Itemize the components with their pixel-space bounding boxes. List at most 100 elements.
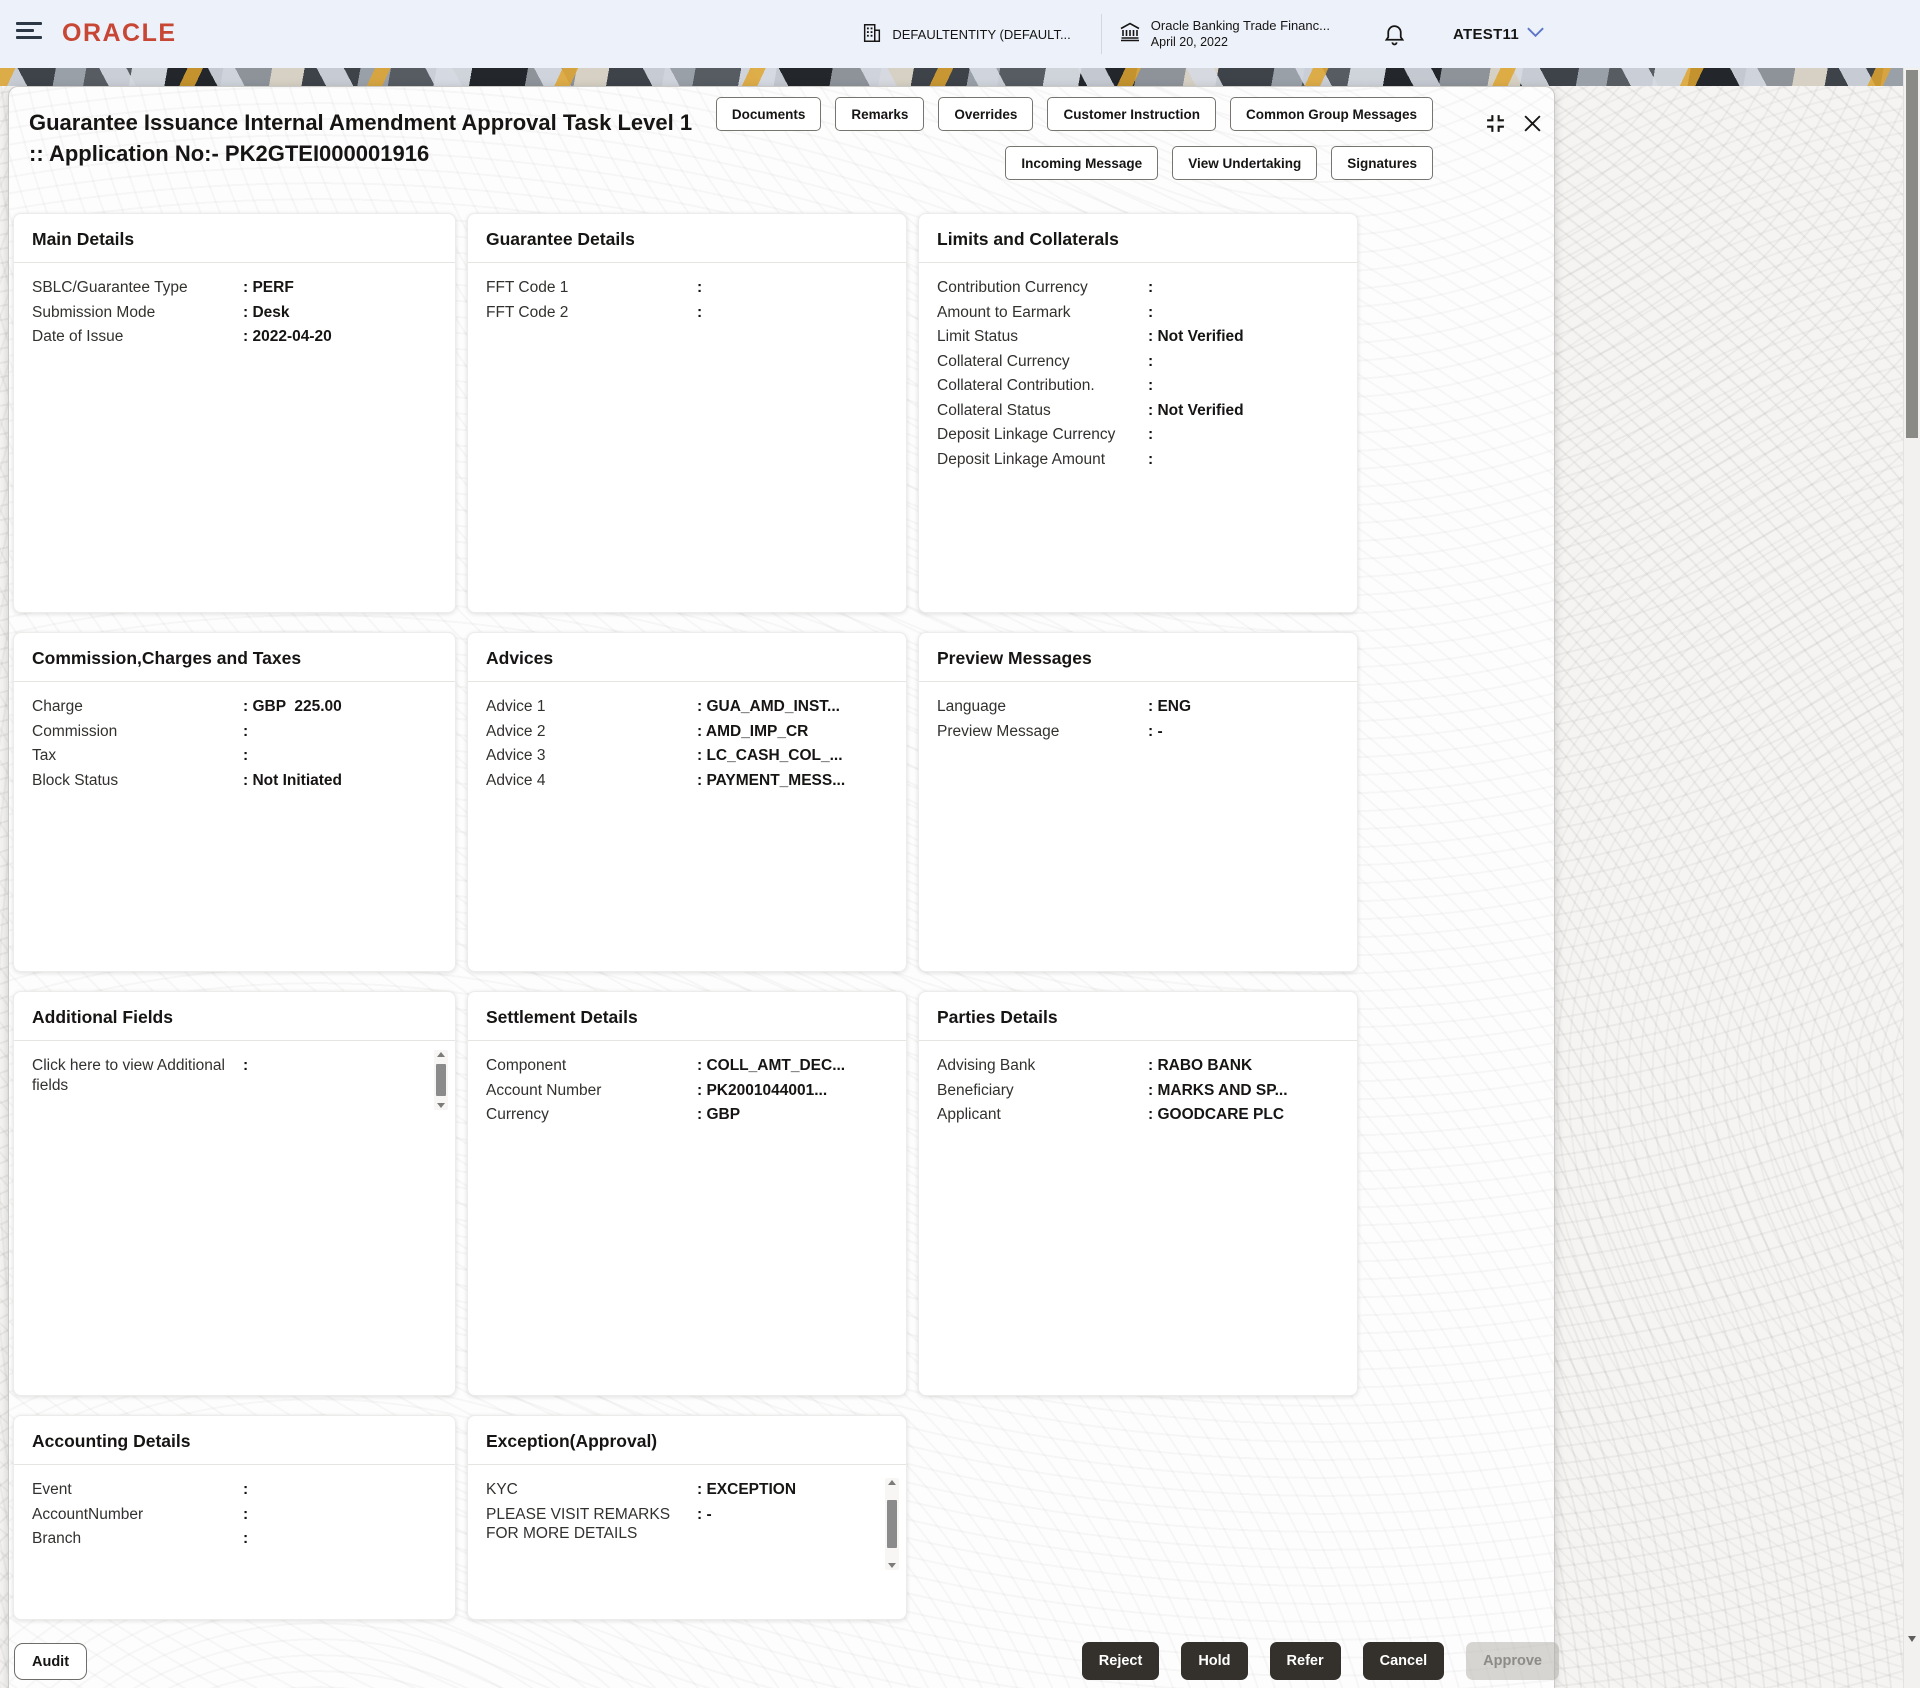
field-label: Collateral Currency [937,352,1148,372]
scroll-down-icon[interactable] [888,1563,896,1568]
scroll-down-icon[interactable] [437,1103,445,1108]
field-label: Currency [486,1105,697,1125]
field-label: SBLC/Guarantee Type [32,278,243,298]
field-value: : ENG [1148,697,1191,717]
field-value: : PERF [243,278,294,298]
field-row: Advice 3: LC_CASH_COL_... [486,746,888,766]
card-scrollbar[interactable] [885,1478,899,1570]
overrides-button[interactable]: Overrides [938,97,1033,131]
field-value: : GBP [697,1105,740,1125]
scrollbar-thumb[interactable] [1906,70,1918,438]
field-row: Tax: [32,746,437,766]
view-undertaking-button[interactable]: View Undertaking [1172,146,1317,180]
reject-button[interactable]: Reject [1082,1642,1160,1680]
collapse-icon[interactable] [1485,113,1506,134]
documents-button[interactable]: Documents [716,97,822,131]
field-label: Contribution Currency [937,278,1148,298]
field-row: Beneficiary: MARKS AND SP... [937,1081,1339,1101]
close-icon[interactable] [1523,114,1542,133]
card-title-additional-fields: Additional Fields [14,992,455,1041]
field-row: Currency: GBP [486,1105,888,1125]
incoming-message-button[interactable]: Incoming Message [1005,146,1158,180]
field-row: Preview Message: - [937,722,1339,742]
field-value: : Not Verified [1148,401,1244,421]
field-row: Advice 4: PAYMENT_MESS... [486,771,888,791]
task-panel: Guarantee Issuance Internal Amendment Ap… [8,86,1555,1688]
card-exception-approval: Exception(Approval)KYC: EXCEPTIONPLEASE … [467,1415,907,1620]
field-label: Tax [32,746,243,766]
scroll-up-icon[interactable] [888,1480,896,1485]
field-row: Advice 1: GUA_AMD_INST... [486,697,888,717]
field-row: AccountNumber: [32,1505,437,1525]
card-title-advices: Advices [468,633,906,682]
summary-cards-grid: Main Details SBLC/Guarantee Type: PERFSub… [13,213,1358,1620]
field-row: Account Number: PK2001044001... [486,1081,888,1101]
field-label: Commission [32,722,243,742]
field-label: Component [486,1056,697,1076]
building-icon [861,22,883,47]
field-label: Beneficiary [937,1081,1148,1101]
card-title-main-details: Main Details [14,214,455,263]
customer-instruction-button[interactable]: Customer Instruction [1047,97,1216,131]
field-row: Applicant: GOODCARE PLC [937,1105,1339,1125]
signatures-button[interactable]: Signatures [1331,146,1433,180]
card-scrollbar[interactable] [434,1050,448,1110]
field-label: Branch [32,1529,243,1549]
approve-button[interactable]: Approve [1466,1642,1559,1680]
field-value: : GUA_AMD_INST... [697,697,840,717]
scroll-thumb[interactable] [887,1500,897,1548]
additional-fields-link[interactable]: Click here to view Additional fields [32,1056,243,1095]
menu-icon[interactable] [16,22,42,46]
entity-selector[interactable]: DEFAULTENTITY (DEFAULT... [861,22,1070,47]
common-group-messages-button[interactable]: Common Group Messages [1230,97,1433,131]
hold-button[interactable]: Hold [1181,1642,1247,1680]
field-label: Advice 1 [486,697,697,717]
page-scrollbar[interactable] [1903,68,1920,1688]
field-value: : [697,303,702,323]
field-row: Event: [32,1480,437,1500]
card-advices: AdvicesAdvice 1: GUA_AMD_INST...Advice 2… [467,632,907,972]
action-bar: Audit Reject Hold Refer Cancel Approve [0,1636,1920,1688]
refer-button[interactable]: Refer [1270,1642,1341,1680]
card-title-commission-charges-and-taxes: Commission,Charges and Taxes [14,633,455,682]
field-value: : [1148,278,1153,298]
field-value: : [1148,352,1153,372]
remarks-button[interactable]: Remarks [835,97,924,131]
field-value: : GOODCARE PLC [1148,1105,1284,1125]
scroll-down-icon[interactable] [1908,1636,1916,1642]
field-label: Advice 4 [486,771,697,791]
toolbar: Documents Remarks Overrides Customer Ins… [716,97,1433,180]
field-value: : GBP 225.00 [243,697,342,717]
field-row: Commission: [32,722,437,742]
scroll-up-icon[interactable] [437,1052,445,1057]
cancel-button[interactable]: Cancel [1363,1642,1445,1680]
field-value: : [243,1480,248,1500]
scroll-thumb[interactable] [436,1064,446,1096]
card-title-accounting-details: Accounting Details [14,1416,455,1465]
header-divider [1101,14,1102,54]
field-value: : [243,1056,248,1076]
field-label: Preview Message [937,722,1148,742]
field-row: Amount to Earmark: [937,303,1339,323]
field-label: Account Number [486,1081,697,1101]
field-value: : RABO BANK [1148,1056,1252,1076]
field-label: Submission Mode [32,303,243,323]
decorative-banner [0,68,1920,86]
field-label: Language [937,697,1148,717]
card-additional-fields: Additional Fields Click here to view Addi… [13,991,456,1396]
notifications-bell-icon[interactable] [1382,22,1407,47]
field-value: : EXCEPTION [697,1480,796,1500]
field-row: Deposit Linkage Amount: [937,450,1339,470]
field-label: KYC [486,1480,697,1500]
bank-icon [1118,20,1142,49]
field-label: Amount to Earmark [937,303,1148,323]
field-label: Deposit Linkage Currency [937,425,1148,445]
field-value: : [1148,450,1153,470]
card-guarantee-details: Guarantee DetailsFFT Code 1:FFT Code 2: [467,213,907,613]
card-title-settlement-details: Settlement Details [468,992,906,1041]
field-label: AccountNumber [32,1505,243,1525]
audit-button[interactable]: Audit [14,1643,87,1680]
user-menu[interactable]: ATEST11 [1453,25,1545,43]
field-label: Date of Issue [32,327,243,347]
field-row: Click here to view Additional fields: [32,1056,437,1095]
